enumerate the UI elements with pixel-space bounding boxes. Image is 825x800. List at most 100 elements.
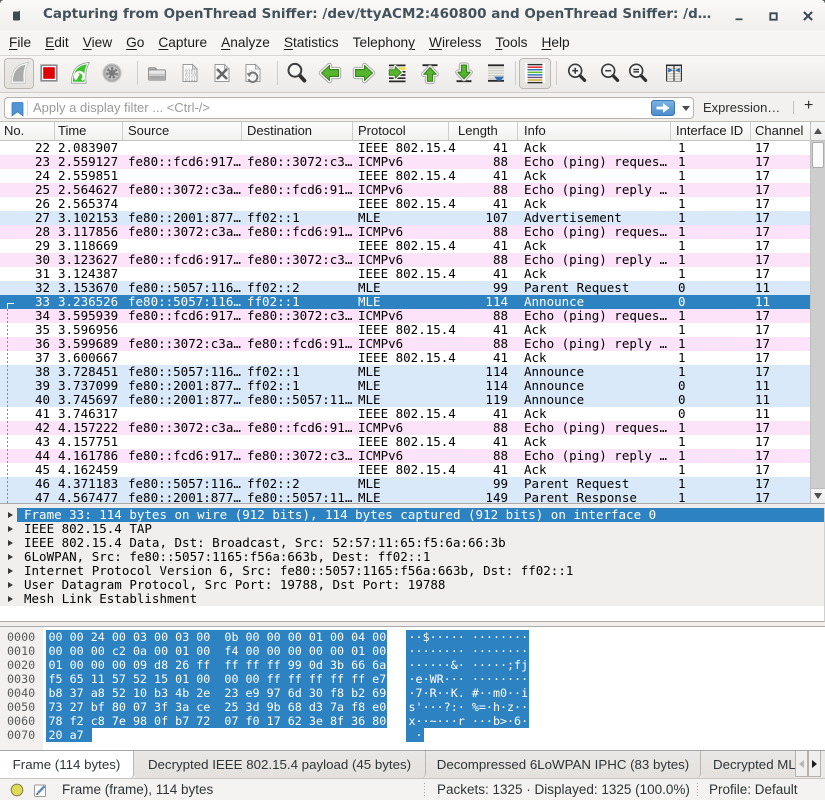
hex-row[interactable]: 0040b8 37 a8 52 10 b3 4b 2e 23 e9 97 6d … [0,686,825,700]
detail-row[interactable]: IEEE 802.15.4 TAP [0,522,824,536]
toolbar-restart-capture-button[interactable] [68,61,92,85]
toolbar-open-file-button[interactable] [145,61,169,85]
hex-row[interactable]: 0030f5 65 11 57 52 15 01 00 00 00 ff ff … [0,672,825,686]
hex-bytes[interactable]: f5 65 11 57 52 15 01 00 00 00 ff ff ff f… [46,672,387,686]
column-separator[interactable] [122,122,123,140]
column-separator[interactable] [517,122,518,140]
capture-comment-button[interactable] [33,783,48,798]
menu-item[interactable]: Wireless [422,30,488,55]
expert-info-icon[interactable] [10,783,24,797]
hex-ascii[interactable]: ········ ········ [406,644,529,658]
add-filter-button[interactable]: + [804,97,813,115]
toolbar-auto-scroll-button[interactable] [484,61,508,85]
scrollbar-thumb[interactable] [812,142,824,168]
packet-row[interactable]: 252.564627fe80::3072:c3a…fe80::fcd6:91…I… [0,183,810,197]
maximize-button[interactable] [766,10,780,22]
expand-arrow-icon[interactable] [8,554,13,560]
packet-row[interactable]: 403.745697fe80::2001:877…fe80::5057:11…M… [0,393,810,407]
toolbar-go-to-packet-button[interactable] [385,61,409,85]
packet-row[interactable]: 283.117856fe80::3072:c3a…fe80::fcd6:91…I… [0,225,810,239]
menu-item[interactable]: Capture [151,30,214,55]
status-profile[interactable]: Profile: Default [709,779,798,800]
toolbar-zoom-out-button[interactable] [598,61,622,85]
packet-row[interactable]: 424.157222fe80::3072:c3a…fe80::fcd6:91…I… [0,421,810,435]
expert-info-button[interactable] [10,783,24,797]
hex-row[interactable]: 007020 a7 · [0,728,825,742]
packet-row[interactable]: 323.153670fe80::5057:116…ff02::2MLE99Par… [0,281,810,295]
toolbar-save-file-button[interactable]: 0101 0110 0111 [178,61,202,85]
detail-row[interactable]: Mesh Link Establishment [0,592,824,606]
hex-bytes[interactable]: 01 00 00 00 09 d8 26 ff ff ff ff 99 0d 3… [46,658,387,672]
packet-row[interactable]: 454.162459IEEE 802.15.441Ack117 [0,463,810,477]
hex-ascii[interactable]: x··~···r ···b>·6· [406,714,529,728]
packet-row[interactable]: 273.102153fe80::2001:877…ff02::1MLE107Ad… [0,211,810,225]
toolbar-resize-columns-button[interactable] [662,61,686,85]
column-separator[interactable] [352,122,353,140]
byte-view-tab[interactable]: Decrypted IEEE 802.15.4 payload (45 byte… [134,751,426,778]
hex-bytes[interactable]: 78 f2 c8 7e 98 0f b7 72 07 f0 17 62 3e 8… [46,714,387,728]
packet-row[interactable]: 222.083907IEEE 802.15.441Ack117 [0,141,810,155]
hex-row[interactable]: 001000 00 00 c2 0a 00 01 00 f4 00 00 00 … [0,644,825,658]
hex-bytes[interactable]: 73 27 bf 80 07 3f 3a ce 25 3d 9b 68 d3 7… [46,700,387,714]
expression-button[interactable]: Expression… [703,100,780,115]
column-separator[interactable] [670,122,671,140]
column-separator[interactable] [54,122,55,140]
display-filter-input[interactable]: Apply a display filter ... <Ctrl-/> [4,97,694,119]
hex-bytes[interactable]: 00 00 24 00 03 00 03 00 0b 00 00 00 01 0… [46,630,387,644]
expand-arrow-icon[interactable] [8,540,13,546]
toolbar-colorize-button[interactable] [523,61,547,85]
toolbar-stop-capture-button[interactable] [37,61,61,85]
column-header-length[interactable]: Length [458,122,498,140]
minimize-button[interactable] [732,10,746,22]
hex-ascii[interactable]: ··$····· ········ [406,630,529,644]
expand-arrow-icon[interactable] [8,596,13,602]
hex-row[interactable]: 006078 f2 c8 7e 98 0f b7 72 07 f0 17 62 … [0,714,825,728]
column-header-protocol[interactable]: Protocol [358,122,406,140]
byte-view-tab[interactable]: Frame (114 bytes) [0,751,134,778]
detail-row[interactable]: Internet Protocol Version 6, Src: fe80::… [0,564,824,578]
column-header-destination[interactable]: Destination [247,122,312,140]
expand-arrow-icon[interactable] [8,582,13,588]
hex-row[interactable]: 002001 00 00 00 09 d8 26 ff ff ff ff 99 … [0,658,825,672]
hex-bytes[interactable]: 00 00 00 c2 0a 00 01 00 f4 00 00 00 00 0… [46,644,387,658]
packet-row[interactable]: 242.559851IEEE 802.15.441Ack117 [0,169,810,183]
packet-row[interactable]: 353.596956IEEE 802.15.441Ack117 [0,323,810,337]
bookmark-icon[interactable] [10,101,26,118]
packet-row[interactable]: 413.746317IEEE 802.15.441Ack011 [0,407,810,421]
menu-item[interactable]: Go [119,30,151,55]
packet-row[interactable]: 444.161786fe80::fcd6:917…fe80::3072:c3…I… [0,449,810,463]
detail-row[interactable]: IEEE 802.15.4 Data, Dst: Broadcast, Src:… [0,536,824,550]
detail-row[interactable]: 6LoWPAN, Src: fe80::5057:1165:f56a:663b,… [0,550,824,564]
toolbar-go-back-button[interactable] [318,61,342,85]
packet-row[interactable]: 373.600667IEEE 802.15.441Ack117 [0,351,810,365]
toolbar-start-capture-button[interactable] [7,61,31,85]
hex-bytes[interactable]: b8 37 a8 52 10 b3 4b 2e 23 e9 97 6d 30 f… [46,686,387,700]
packet-row[interactable]: 434.157751IEEE 802.15.441Ack117 [0,435,810,449]
menu-item[interactable]: Tools [489,30,535,55]
expand-arrow-icon[interactable] [8,512,13,518]
menu-item[interactable]: View [76,30,119,55]
hex-row[interactable]: 000000 00 24 00 03 00 03 00 0b 00 00 00 … [0,630,825,644]
packet-row[interactable]: 232.559127fe80::fcd6:917…fe80::3072:c3…I… [0,155,810,169]
column-header-source[interactable]: Source [128,122,169,140]
tab-scroll-left-button[interactable] [795,751,808,777]
column-separator[interactable] [750,122,751,140]
packet-row[interactable]: 464.371183fe80::5057:116…ff02::2MLE99Par… [0,477,810,491]
toolbar-go-first-button[interactable] [418,61,442,85]
detail-row[interactable]: User Datagram Protocol, Src Port: 19788,… [0,578,824,592]
close-button[interactable] [801,10,815,22]
menu-item[interactable]: Edit [38,30,76,55]
hex-ascii[interactable]: ······&· ·····;fj [406,658,529,672]
toolbar-capture-options-button[interactable] [100,61,124,85]
detail-row[interactable]: Frame 33: 114 bytes on wire (912 bits), … [0,508,824,522]
hex-bytes[interactable]: 20 a7 [46,728,92,742]
column-header-channel[interactable]: Channel [755,122,803,140]
apply-filter-button[interactable] [651,100,675,116]
packet-row[interactable]: 313.124387IEEE 802.15.441Ack117 [0,267,810,281]
packet-list-scrollbar[interactable] [810,122,825,503]
menu-item[interactable]: File [2,30,38,55]
filter-dropdown-caret[interactable] [682,106,690,111]
menu-item[interactable]: Telephony [346,30,422,55]
packet-row[interactable]: 293.118669IEEE 802.15.441Ack117 [0,239,810,253]
packet-row[interactable]: 474.567477fe80::2001:877…fe80::5057:11…M… [0,491,810,503]
